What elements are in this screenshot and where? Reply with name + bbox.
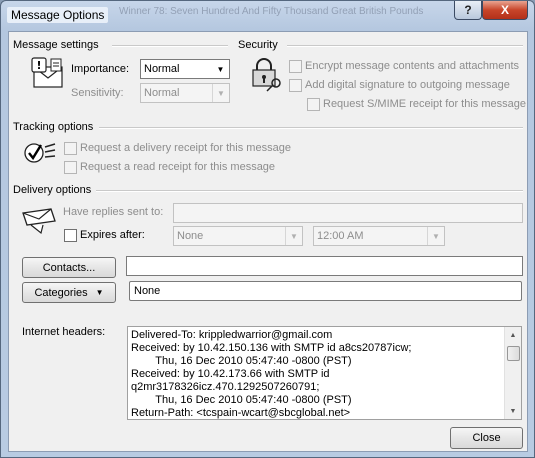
encrypt-label: Encrypt message contents and attachments	[305, 60, 520, 72]
read-receipt-checkbox[interactable]	[64, 161, 77, 174]
dialog-body: Message settings ! Importance: Normal ▼ …	[8, 31, 528, 452]
tracking-options-heading: Tracking options	[13, 121, 94, 133]
smime-receipt-label: Request S/MIME receipt for this message	[323, 98, 526, 110]
internet-headers-box[interactable]: Delivered-To: krippledwarrior@gmail.com …	[127, 326, 522, 420]
envelope-settings-icon: !	[31, 57, 63, 88]
expires-date-select[interactable]: None ▼	[173, 226, 303, 246]
digital-signature-checkbox[interactable]	[289, 79, 302, 92]
tracking-check-icon	[24, 143, 56, 163]
dialog-title: Message Options	[7, 7, 109, 23]
categories-input[interactable]: None	[129, 281, 522, 301]
expires-after-label: Expires after:	[80, 229, 145, 241]
close-button[interactable]: Close	[450, 427, 523, 449]
scroll-down-icon[interactable]: ▼	[505, 403, 521, 419]
help-button[interactable]: ?	[454, 1, 482, 20]
delivery-receipt-checkbox[interactable]	[64, 142, 77, 155]
chevron-down-icon: ▼	[427, 227, 444, 245]
sensitivity-value: Normal	[144, 87, 180, 99]
encrypt-checkbox[interactable]	[289, 60, 302, 73]
categories-button[interactable]: Categories ▼	[22, 282, 116, 303]
have-replies-label: Have replies sent to:	[63, 206, 164, 218]
divider	[96, 190, 523, 192]
sensitivity-select[interactable]: Normal ▼	[140, 83, 230, 103]
replies-to-input[interactable]	[173, 203, 523, 223]
contacts-input[interactable]	[126, 256, 523, 276]
chevron-down-icon: ▼	[95, 288, 104, 297]
security-heading: Security	[238, 39, 278, 51]
expires-time-value: 12:00 AM	[317, 230, 364, 242]
divider	[112, 45, 228, 47]
categories-button-label: Categories	[34, 286, 88, 299]
importance-value: Normal	[144, 63, 180, 75]
internet-headers-text: Delivered-To: krippledwarrior@gmail.com …	[131, 329, 412, 419]
svg-text:!: !	[36, 59, 41, 72]
background-window-title: Winner 78: Seven Hundred And Fifty Thous…	[119, 6, 424, 17]
delivery-receipt-label: Request a delivery receipt for this mess…	[80, 142, 291, 154]
chevron-down-icon: ▼	[285, 227, 302, 245]
expires-checkbox[interactable]	[64, 229, 77, 242]
importance-select[interactable]: Normal ▼	[140, 59, 230, 79]
chevron-down-icon: ▼	[212, 84, 229, 102]
expires-date-value: None	[177, 230, 204, 242]
digital-signature-label: Add digital signature to outgoing messag…	[305, 79, 510, 91]
delivery-options-heading: Delivery options	[13, 184, 92, 196]
headers-scrollbar[interactable]: ▲ ▼	[504, 327, 521, 419]
internet-headers-label: Internet headers:	[22, 326, 106, 338]
window-close-button[interactable]: X	[482, 1, 528, 20]
lock-key-icon	[252, 58, 281, 92]
scroll-up-icon[interactable]: ▲	[505, 327, 521, 343]
contacts-button-label: Contacts...	[42, 261, 96, 274]
message-settings-heading: Message settings	[13, 39, 99, 51]
close-icon: X	[500, 3, 509, 17]
title-bar[interactable]: Message Options Winner 78: Seven Hundred…	[1, 1, 534, 27]
chevron-down-icon: ▼	[216, 64, 225, 74]
smime-receipt-checkbox[interactable]	[307, 98, 320, 111]
dialog-window: Message Options Winner 78: Seven Hundred…	[0, 0, 535, 458]
read-receipt-label: Request a read receipt for this message	[80, 161, 276, 173]
scroll-thumb[interactable]	[507, 346, 520, 361]
close-button-label: Close	[472, 432, 501, 444]
delivery-envelope-icon	[22, 208, 56, 235]
divider	[287, 45, 523, 47]
sensitivity-label: Sensitivity:	[71, 87, 124, 99]
divider	[99, 127, 523, 129]
expires-time-select[interactable]: 12:00 AM ▼	[313, 226, 445, 246]
contacts-button[interactable]: Contacts...	[22, 257, 116, 278]
importance-label: Importance:	[71, 63, 130, 75]
